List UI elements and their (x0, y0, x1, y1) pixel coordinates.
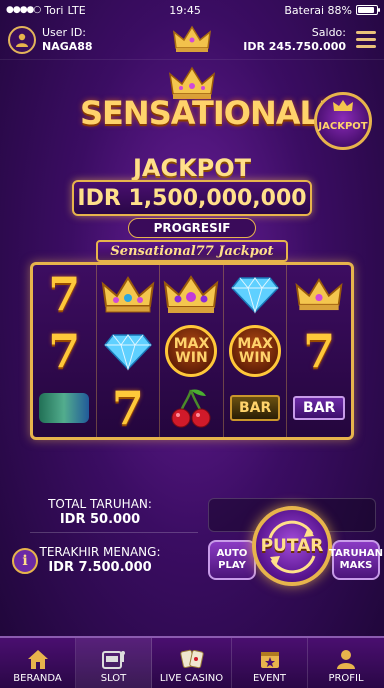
auto-play-line2: PLAY (218, 560, 246, 571)
jackpot-type-badge: PROGRESIF (128, 218, 256, 238)
slot-machine-icon (101, 651, 125, 669)
nav-item-live-casino[interactable]: LIVE CASINO (152, 638, 232, 688)
badge-crown-icon (333, 100, 353, 111)
max-win-line1: MAX (237, 335, 273, 352)
reel-symbol-crown (287, 265, 351, 322)
home-icon (27, 650, 48, 669)
user-info: User ID: NAGA88 (42, 26, 93, 54)
nav-item-profil[interactable]: PROFIL (308, 638, 384, 688)
max-win-line2: WIN (238, 349, 272, 366)
user-icon (16, 33, 28, 47)
carrier-name: Tori (44, 3, 64, 17)
app-header: User ID: NAGA88 Saldo: IDR 245.750.000 (0, 20, 384, 60)
spin-label: PUTAR (260, 536, 324, 556)
crown-icon (173, 25, 211, 52)
diamond-icon (103, 334, 152, 371)
avatar[interactable] (8, 25, 36, 54)
nav-label: LIVE CASINO (159, 673, 224, 684)
max-win-line2: WIN (175, 349, 208, 366)
user-id-label: User ID: (42, 25, 86, 39)
jackpot-badge[interactable]: JACKPOT (314, 92, 372, 150)
diamond-icon (231, 276, 280, 314)
bar-purple-label: BAR (293, 396, 346, 421)
cards-icon (179, 649, 204, 669)
nav-item-event[interactable]: EVENT (232, 638, 308, 688)
total-bet-label: TOTAL TARUHAN: (48, 497, 152, 511)
nav-label: SLOT (100, 673, 127, 684)
reel-symbol-max-win: MAX WIN (224, 322, 288, 380)
balance-label: Saldo: (311, 25, 346, 39)
bottom-navigation: BERANDA SLOT LIVE CASINO EVENT PROFIL (0, 636, 384, 688)
nav-label: EVENT (252, 673, 287, 684)
crown-jewel-icon (164, 274, 219, 313)
max-bet-button[interactable]: TARUHAN MAKS (328, 540, 384, 580)
user-id-value: NAGA88 (42, 39, 93, 53)
reel-symbol-seven: 7 (97, 379, 161, 437)
reel-symbol-crown (97, 265, 161, 323)
reel-symbol-max-win: MAX WIN (160, 322, 224, 380)
auto-play-line1: AUTO (216, 548, 248, 559)
reel-symbol-diamond (224, 265, 288, 323)
bar-gold-label: BAR (230, 395, 281, 422)
reel-symbol-diamond (97, 322, 161, 380)
reel-symbol-seven: 7 (33, 322, 97, 380)
signal-icon: ●●●●○ (6, 5, 41, 15)
battery-text: Baterai 88% (284, 3, 352, 17)
reel-symbol-bar-purple: BAR (287, 380, 351, 437)
cherry-icon (171, 389, 211, 428)
reel-symbol-crown-purple (160, 265, 224, 323)
crown-symbol-icon (101, 275, 155, 313)
reel-symbol-seven: 7 (303, 323, 336, 378)
nav-item-slot[interactable]: SLOT (76, 638, 152, 688)
total-bet-value: IDR 50.000 (59, 512, 141, 527)
max-bet-line2: MAKS (339, 560, 373, 571)
battery-icon (355, 5, 380, 15)
jackpot-amount: IDR 1,500,000,000 (72, 180, 312, 216)
balance-info: Saldo: IDR 245.750.000 (243, 26, 346, 54)
total-bet-block: TOTAL TARUHAN: IDR 50.000 (0, 496, 200, 528)
jackpot-title: JACKPOT (132, 154, 252, 182)
max-bet-line1: TARUHAN (328, 548, 384, 559)
logo-text: SENSATIONAL77 (80, 94, 362, 132)
nav-item-beranda[interactable]: BERANDA (0, 638, 76, 688)
divider (30, 532, 198, 533)
blurred-symbol-icon (39, 393, 90, 424)
reel-symbol-cherry (160, 379, 224, 437)
crown-symbol-icon (295, 277, 343, 310)
reel-symbol-seven: 7 (33, 265, 97, 323)
balance-value: IDR 245.750.000 (243, 39, 346, 53)
spin-button[interactable]: PUTAR (252, 506, 332, 586)
reel-symbol-bar-gold: BAR (224, 379, 288, 437)
reel-title: Sensational77 Jackpot (96, 240, 288, 262)
nav-label: BERANDA (13, 673, 62, 684)
reel-symbol-blurred (33, 379, 97, 437)
info-button[interactable]: i (12, 548, 38, 574)
network-type: LTE (67, 3, 86, 17)
nav-label: PROFIL (328, 673, 364, 684)
hamburger-menu-icon[interactable] (356, 31, 376, 48)
jackpot-badge-label: JACKPOT (318, 120, 368, 132)
slot-reels: 7 7 MAX WIN MAX WIN 7 7 BAR BAR (30, 262, 354, 440)
user-icon (337, 650, 355, 669)
max-win-line1: MAX (173, 335, 210, 352)
status-time: 19:45 (169, 3, 201, 17)
calendar-star-icon (260, 652, 279, 668)
auto-play-button[interactable]: AUTO PLAY (208, 540, 256, 580)
status-bar: ●●●●○ Tori LTE 19:45 Baterai 88% (0, 0, 384, 20)
